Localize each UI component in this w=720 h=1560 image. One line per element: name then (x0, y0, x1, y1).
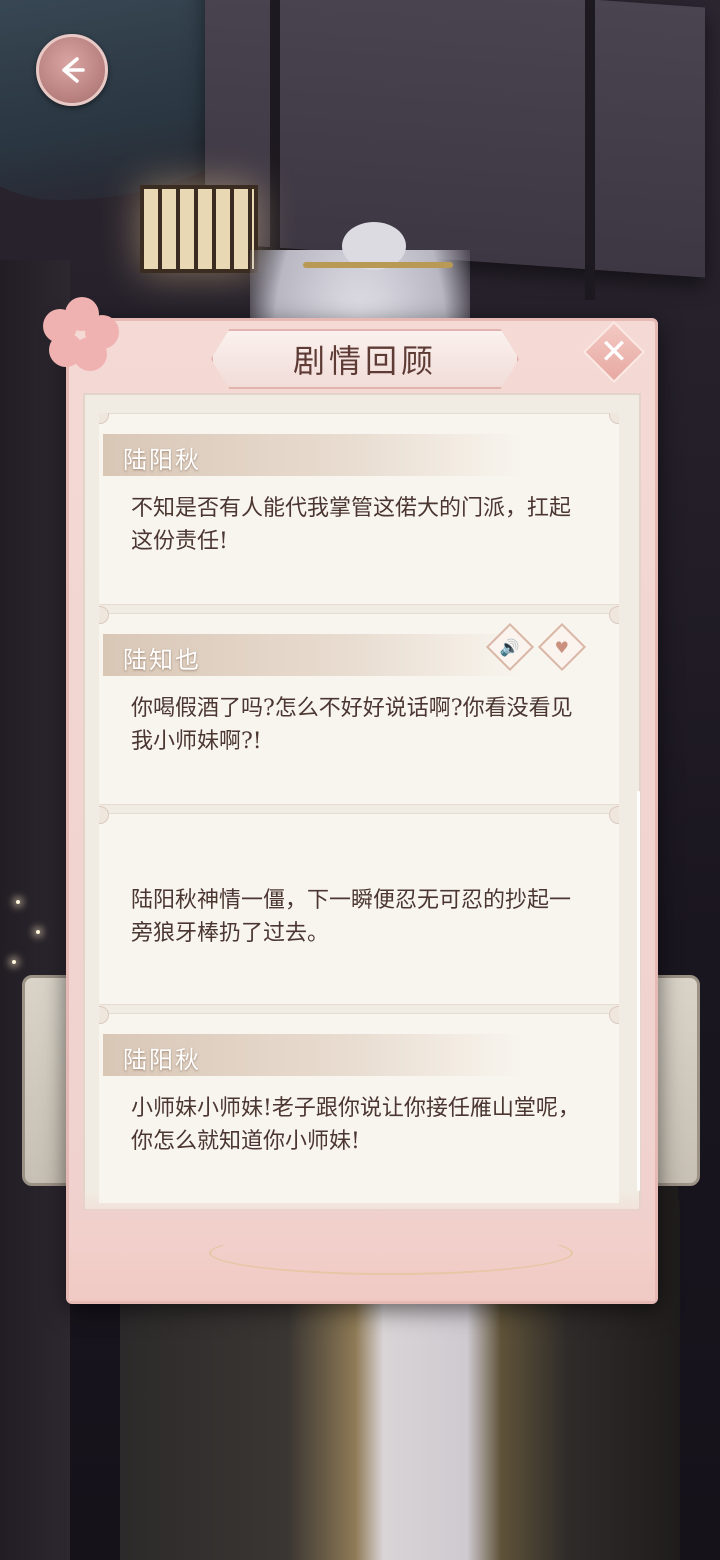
back-arrow-icon (62, 57, 85, 83)
dialogue-entry: 陆阳秋 小师妹小师妹!老子跟你说让你接任雁山堂呢，你怎么就知道你小师妹! (99, 1006, 619, 1203)
dialogue-entry: 陆阳秋 不知是否有人能代我掌管这偌大的门派，扛起这份责任! (99, 413, 619, 605)
swirl-decoration (209, 1231, 573, 1275)
story-review-panel: 剧情回顾 ✕ 陆阳秋 不知是否有人能代我掌管这偌大的门派，扛起这份责任! 陆知也… (43, 297, 658, 1304)
pillar (0, 260, 70, 1560)
dialogue-history-list[interactable]: 陆阳秋 不知是否有人能代我掌管这偌大的门派，扛起这份责任! 陆知也 🔊 ♥ 你喝… (99, 413, 619, 1203)
panel-title: 剧情回顾 (292, 342, 437, 380)
narration-entry: 陆阳秋神情一僵，下一瞬便忍无可忍的抄起一旁狼牙棒扔了过去。 (99, 806, 619, 1005)
hanging-banner (205, 0, 705, 278)
close-button[interactable]: ✕ (582, 320, 646, 384)
panel-bottom-decoration (69, 1191, 655, 1301)
flower-decoration-icon (37, 287, 125, 375)
dialogue-text: 你喝假酒了吗?怎么不好好说话啊?你看没看见我小师妹啊?! (131, 696, 573, 754)
favorite-button[interactable]: ♥ (537, 622, 587, 672)
narration-text: 陆阳秋神情一僵，下一瞬便忍无可忍的抄起一旁狼牙棒扔了过去。 (131, 888, 572, 946)
sparkle (16, 900, 20, 904)
speaker-name: 陆阳秋 (123, 446, 201, 474)
dialogue-entry: 陆知也 🔊 ♥ 你喝假酒了吗?怎么不好好说话啊?你看没看见我小师妹啊?! (99, 606, 619, 805)
replay-voice-button[interactable]: 🔊 (485, 622, 535, 672)
lantern (140, 185, 258, 273)
character-hairpin (303, 262, 453, 268)
speaker-name: 陆阳秋 (123, 1046, 201, 1074)
close-icon: ✕ (599, 332, 629, 372)
sparkle (36, 930, 40, 934)
scrollbar[interactable] (637, 791, 640, 1191)
dialogue-text: 小师妹小师妹!老子跟你说让你接任雁山堂呢，你怎么就知道你小师妹! (131, 1096, 580, 1154)
sparkle (12, 960, 16, 964)
speaker-icon: 🔊 (500, 637, 520, 657)
back-button[interactable] (36, 34, 108, 106)
speaker-name: 陆知也 (123, 646, 201, 674)
banner-rod (585, 0, 595, 300)
dialogue-text: 不知是否有人能代我掌管这偌大的门派，扛起这份责任! (131, 496, 572, 554)
banner-rod (270, 0, 280, 280)
entry-actions: 🔊 ♥ (485, 622, 587, 672)
heart-icon: ♥ (554, 637, 570, 657)
panel-title-plate: 剧情回顾 (211, 329, 519, 389)
